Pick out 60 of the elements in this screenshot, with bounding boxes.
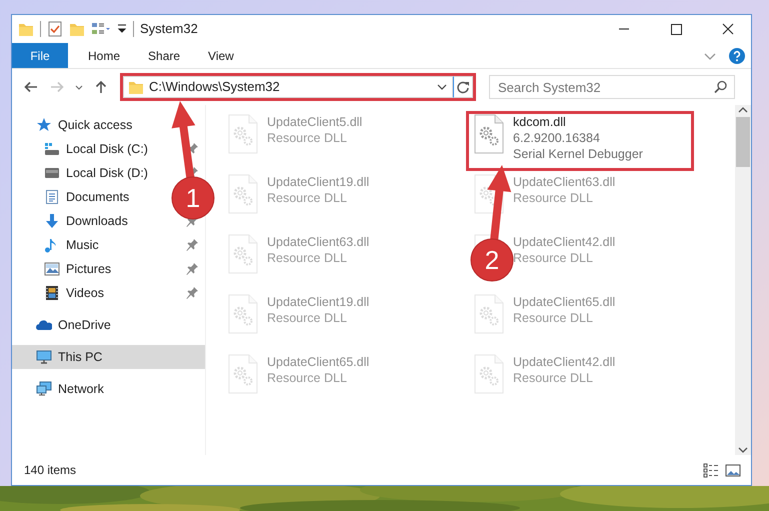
close-icon xyxy=(722,23,734,35)
scroll-down-icon[interactable] xyxy=(736,445,750,455)
sidebar-item[interactable]: Documents xyxy=(66,188,130,206)
sidebar-item[interactable]: Videos xyxy=(66,284,104,302)
large-icons-view-icon[interactable] xyxy=(725,462,741,478)
ribbon-tab[interactable]: View xyxy=(194,43,248,68)
dll-file-icon xyxy=(227,354,259,394)
picture-icon xyxy=(44,261,60,277)
dll-file-icon xyxy=(227,174,259,214)
sidebar-item[interactable]: Network xyxy=(58,380,104,398)
window-title: System32 xyxy=(140,20,198,38)
film-icon xyxy=(44,285,60,301)
drive-icon xyxy=(44,141,60,157)
network-icon xyxy=(36,381,52,397)
scroll-up-icon[interactable] xyxy=(736,105,750,115)
star-icon xyxy=(36,117,52,133)
minimize-icon xyxy=(619,28,629,30)
sidebar-item[interactable]: Pictures xyxy=(66,260,112,278)
dll-file-icon xyxy=(473,114,505,154)
scrollbar[interactable] xyxy=(735,105,751,455)
dll-file-icon xyxy=(473,294,505,334)
search-field[interactable]: Search System32 xyxy=(489,75,735,99)
up-arrow-icon xyxy=(93,79,109,95)
file-menu-tab[interactable]: File xyxy=(12,43,68,68)
sidebar-item[interactable]: This PC xyxy=(12,345,205,369)
dll-file-icon xyxy=(227,294,259,334)
back-arrow-icon xyxy=(23,79,39,95)
forward-arrow-icon xyxy=(49,79,65,95)
sidebar-item[interactable]: OneDrive xyxy=(58,316,111,334)
drive-icon xyxy=(44,165,60,181)
folder-icon xyxy=(128,79,144,95)
help-icon[interactable] xyxy=(729,48,745,64)
customize-toolbar-icon[interactable] xyxy=(117,23,127,35)
file-item[interactable]: kdcom.dll 6.2.9200.16384 Serial Kernel Debugger xyxy=(513,114,643,162)
sidebar-item[interactable]: Music xyxy=(66,236,99,254)
sidebar-item[interactable]: Quick access xyxy=(58,116,132,134)
scroll-thumb[interactable] xyxy=(736,117,750,167)
caret-icon xyxy=(75,84,83,90)
sidebar-item[interactable]: Local Disk (C:) xyxy=(66,140,148,158)
dll-file-icon xyxy=(227,114,259,154)
dll-file-icon xyxy=(227,234,259,274)
refresh-button[interactable] xyxy=(453,76,473,98)
sidebar-item[interactable]: Downloads xyxy=(66,212,128,230)
document-icon xyxy=(44,189,60,205)
ribbon-tab[interactable]: Home xyxy=(74,43,134,68)
step-marker: 2 xyxy=(470,238,514,282)
download-icon xyxy=(44,213,60,229)
details-view-icon[interactable] xyxy=(703,462,719,478)
item-count: 140 items xyxy=(24,462,76,479)
view-options-icon[interactable] xyxy=(91,21,111,37)
properties-icon[interactable] xyxy=(47,21,63,37)
ribbon-tab[interactable]: Share xyxy=(134,43,194,68)
dll-file-icon xyxy=(473,354,505,394)
sidebar-item[interactable]: Local Disk (D:) xyxy=(66,164,148,182)
refresh-icon xyxy=(456,80,470,94)
search-icon[interactable] xyxy=(714,80,728,94)
maximize-icon xyxy=(670,24,682,34)
address-bar[interactable]: C:\Windows\System32 xyxy=(123,76,453,98)
step-marker: 1 xyxy=(172,176,214,220)
monitor-icon xyxy=(36,349,52,365)
